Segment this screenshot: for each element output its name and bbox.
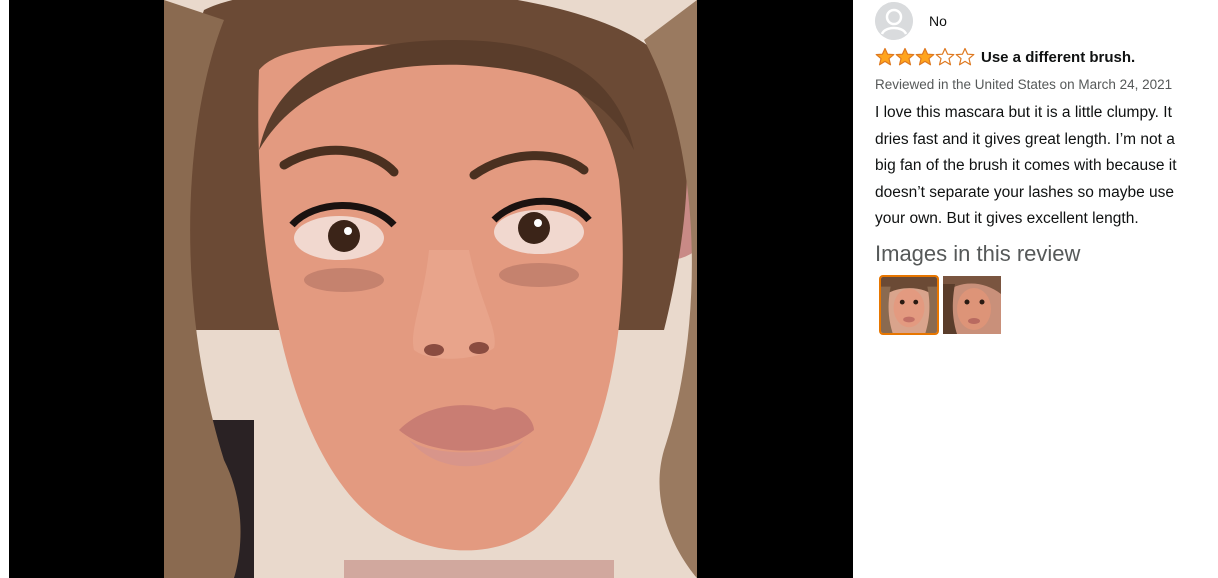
star-filled-icon bbox=[915, 47, 935, 66]
review-body-line: your own. But it gives excellent length. bbox=[875, 210, 1139, 227]
review-body-line: I love this mascara but it is a little c… bbox=[875, 104, 1172, 121]
review-body-line: big fan of the brush it comes with becau… bbox=[875, 157, 1177, 174]
review-image-thumbnail-2[interactable] bbox=[943, 276, 1001, 334]
review-detail-panel: No Use a different brush. Reviewed in th… bbox=[853, 0, 1218, 578]
star-empty-icon bbox=[935, 47, 955, 66]
star-filled-icon bbox=[875, 47, 895, 66]
review-photo-large bbox=[164, 0, 697, 578]
review-rating-row: Use a different brush. bbox=[875, 47, 1135, 67]
star-empty-icon bbox=[955, 47, 975, 66]
review-body: I love this mascara but it is a little c… bbox=[875, 100, 1218, 233]
user-silhouette-icon bbox=[875, 2, 913, 40]
review-body-line: dries fast and it gives great length. I’… bbox=[875, 130, 1175, 148]
review-title: Use a different brush. bbox=[981, 48, 1136, 66]
image-viewer bbox=[9, 0, 853, 578]
review-image-thumbnail-1[interactable] bbox=[879, 275, 939, 335]
star-filled-icon bbox=[895, 47, 915, 66]
review-date: Reviewed in the United States on March 2… bbox=[875, 77, 1173, 92]
star-rating[interactable] bbox=[875, 47, 975, 67]
images-in-review-heading: Images in this review bbox=[875, 241, 1081, 266]
reviewer-profile[interactable]: No bbox=[875, 2, 947, 40]
review-body-line: doesn’t separate your lashes so maybe us… bbox=[875, 183, 1174, 201]
review-image-thumbnails bbox=[879, 275, 1001, 335]
reviewer-name[interactable]: No bbox=[929, 13, 947, 29]
